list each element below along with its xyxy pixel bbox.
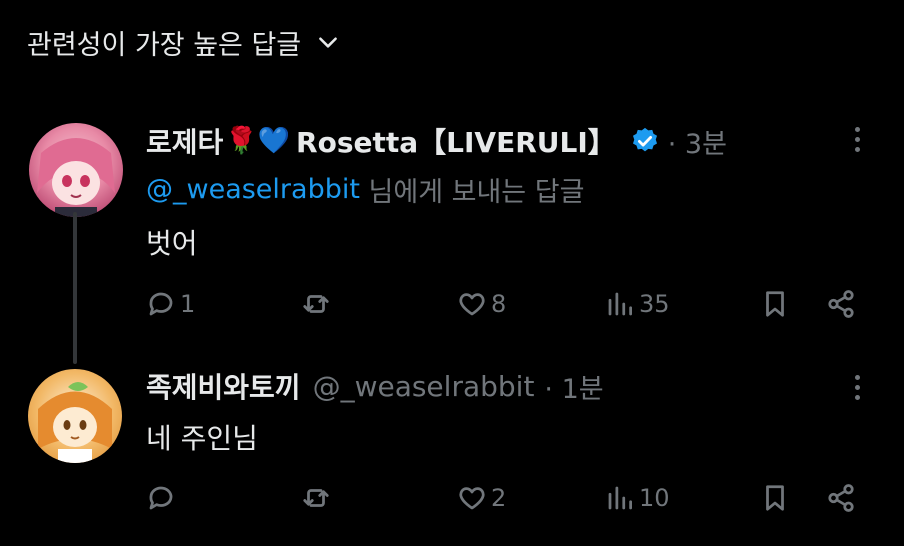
repost-button[interactable] xyxy=(301,478,335,518)
bookmark-icon xyxy=(766,485,784,511)
like-button[interactable]: 2 xyxy=(457,478,506,518)
reply-1-header: 로제타 🌹💙 Rosetta【LIVERULI】 · 3분 xyxy=(146,121,727,161)
reply-icon xyxy=(149,292,173,316)
views-count: 10 xyxy=(639,484,670,512)
reply-text: 네 주인님 xyxy=(146,422,258,455)
like-button[interactable]: 8 xyxy=(457,284,506,324)
reply-button[interactable] xyxy=(146,478,180,518)
reply-1-body: 벗어 xyxy=(146,222,198,262)
reply-2-body: 네 주인님 xyxy=(146,417,258,457)
bookmark-button[interactable] xyxy=(760,284,790,324)
views-button[interactable]: 10 xyxy=(605,478,670,518)
reply-2-header: 족제비와토끼 @_weaselrabbit · 1분 xyxy=(146,366,604,406)
display-name-suffix[interactable]: Rosetta【LIVERULI】 xyxy=(296,121,616,161)
more-options-icon[interactable] xyxy=(852,375,862,400)
views-count: 35 xyxy=(639,290,670,318)
share-button[interactable] xyxy=(826,284,856,324)
reply-icon xyxy=(149,486,173,510)
name-emoji: 🌹💙 xyxy=(225,126,291,156)
reply-count: 1 xyxy=(180,290,196,318)
repost-button[interactable] xyxy=(301,284,335,324)
share-icon xyxy=(828,290,854,318)
share-button[interactable] xyxy=(826,478,856,518)
avatar-rosetta[interactable] xyxy=(29,123,123,217)
heart-icon xyxy=(459,487,485,510)
bookmark-icon xyxy=(766,291,784,317)
handle[interactable]: @_weaselrabbit xyxy=(313,370,535,403)
repost-icon xyxy=(303,489,329,507)
repost-icon xyxy=(303,295,329,313)
timestamp[interactable]: · 3분 xyxy=(668,122,727,161)
bookmark-button[interactable] xyxy=(760,478,790,518)
thread-line xyxy=(73,212,77,364)
views-button[interactable]: 35 xyxy=(605,284,670,324)
reply-text: 벗어 xyxy=(146,227,198,260)
reply-2-actions: 2 10 xyxy=(146,478,862,518)
reply-to-suffix: 님에게 보내는 답글 xyxy=(359,176,585,208)
verified-badge-icon xyxy=(632,127,657,152)
anime-avatar-image xyxy=(37,138,115,217)
timestamp[interactable]: · 1분 xyxy=(544,367,603,406)
mention-link[interactable]: @_weaselrabbit xyxy=(146,174,360,205)
views-chart-icon xyxy=(608,486,632,510)
more-options-icon[interactable] xyxy=(852,127,862,152)
reply-button[interactable]: 1 xyxy=(146,284,195,324)
replying-to: @_weaselrabbit 님에게 보내는 답글 xyxy=(146,170,584,208)
share-icon xyxy=(828,484,854,512)
like-count: 8 xyxy=(491,290,507,318)
display-name[interactable]: 족제비와토끼 xyxy=(146,366,301,406)
heart-icon xyxy=(459,293,485,316)
sort-label: 관련성이 가장 높은 답글 xyxy=(27,29,302,61)
views-chart-icon xyxy=(608,292,632,316)
avatar-weaselrabbit[interactable] xyxy=(28,369,122,463)
like-count: 2 xyxy=(491,484,507,512)
reply-1-actions: 1 8 35 xyxy=(146,284,862,324)
chevron-down-icon xyxy=(319,37,338,48)
display-name[interactable]: 로제타 xyxy=(146,121,223,161)
sort-dropdown[interactable]: 관련성이 가장 높은 답글 xyxy=(27,20,341,64)
anime-avatar-image xyxy=(38,382,112,463)
